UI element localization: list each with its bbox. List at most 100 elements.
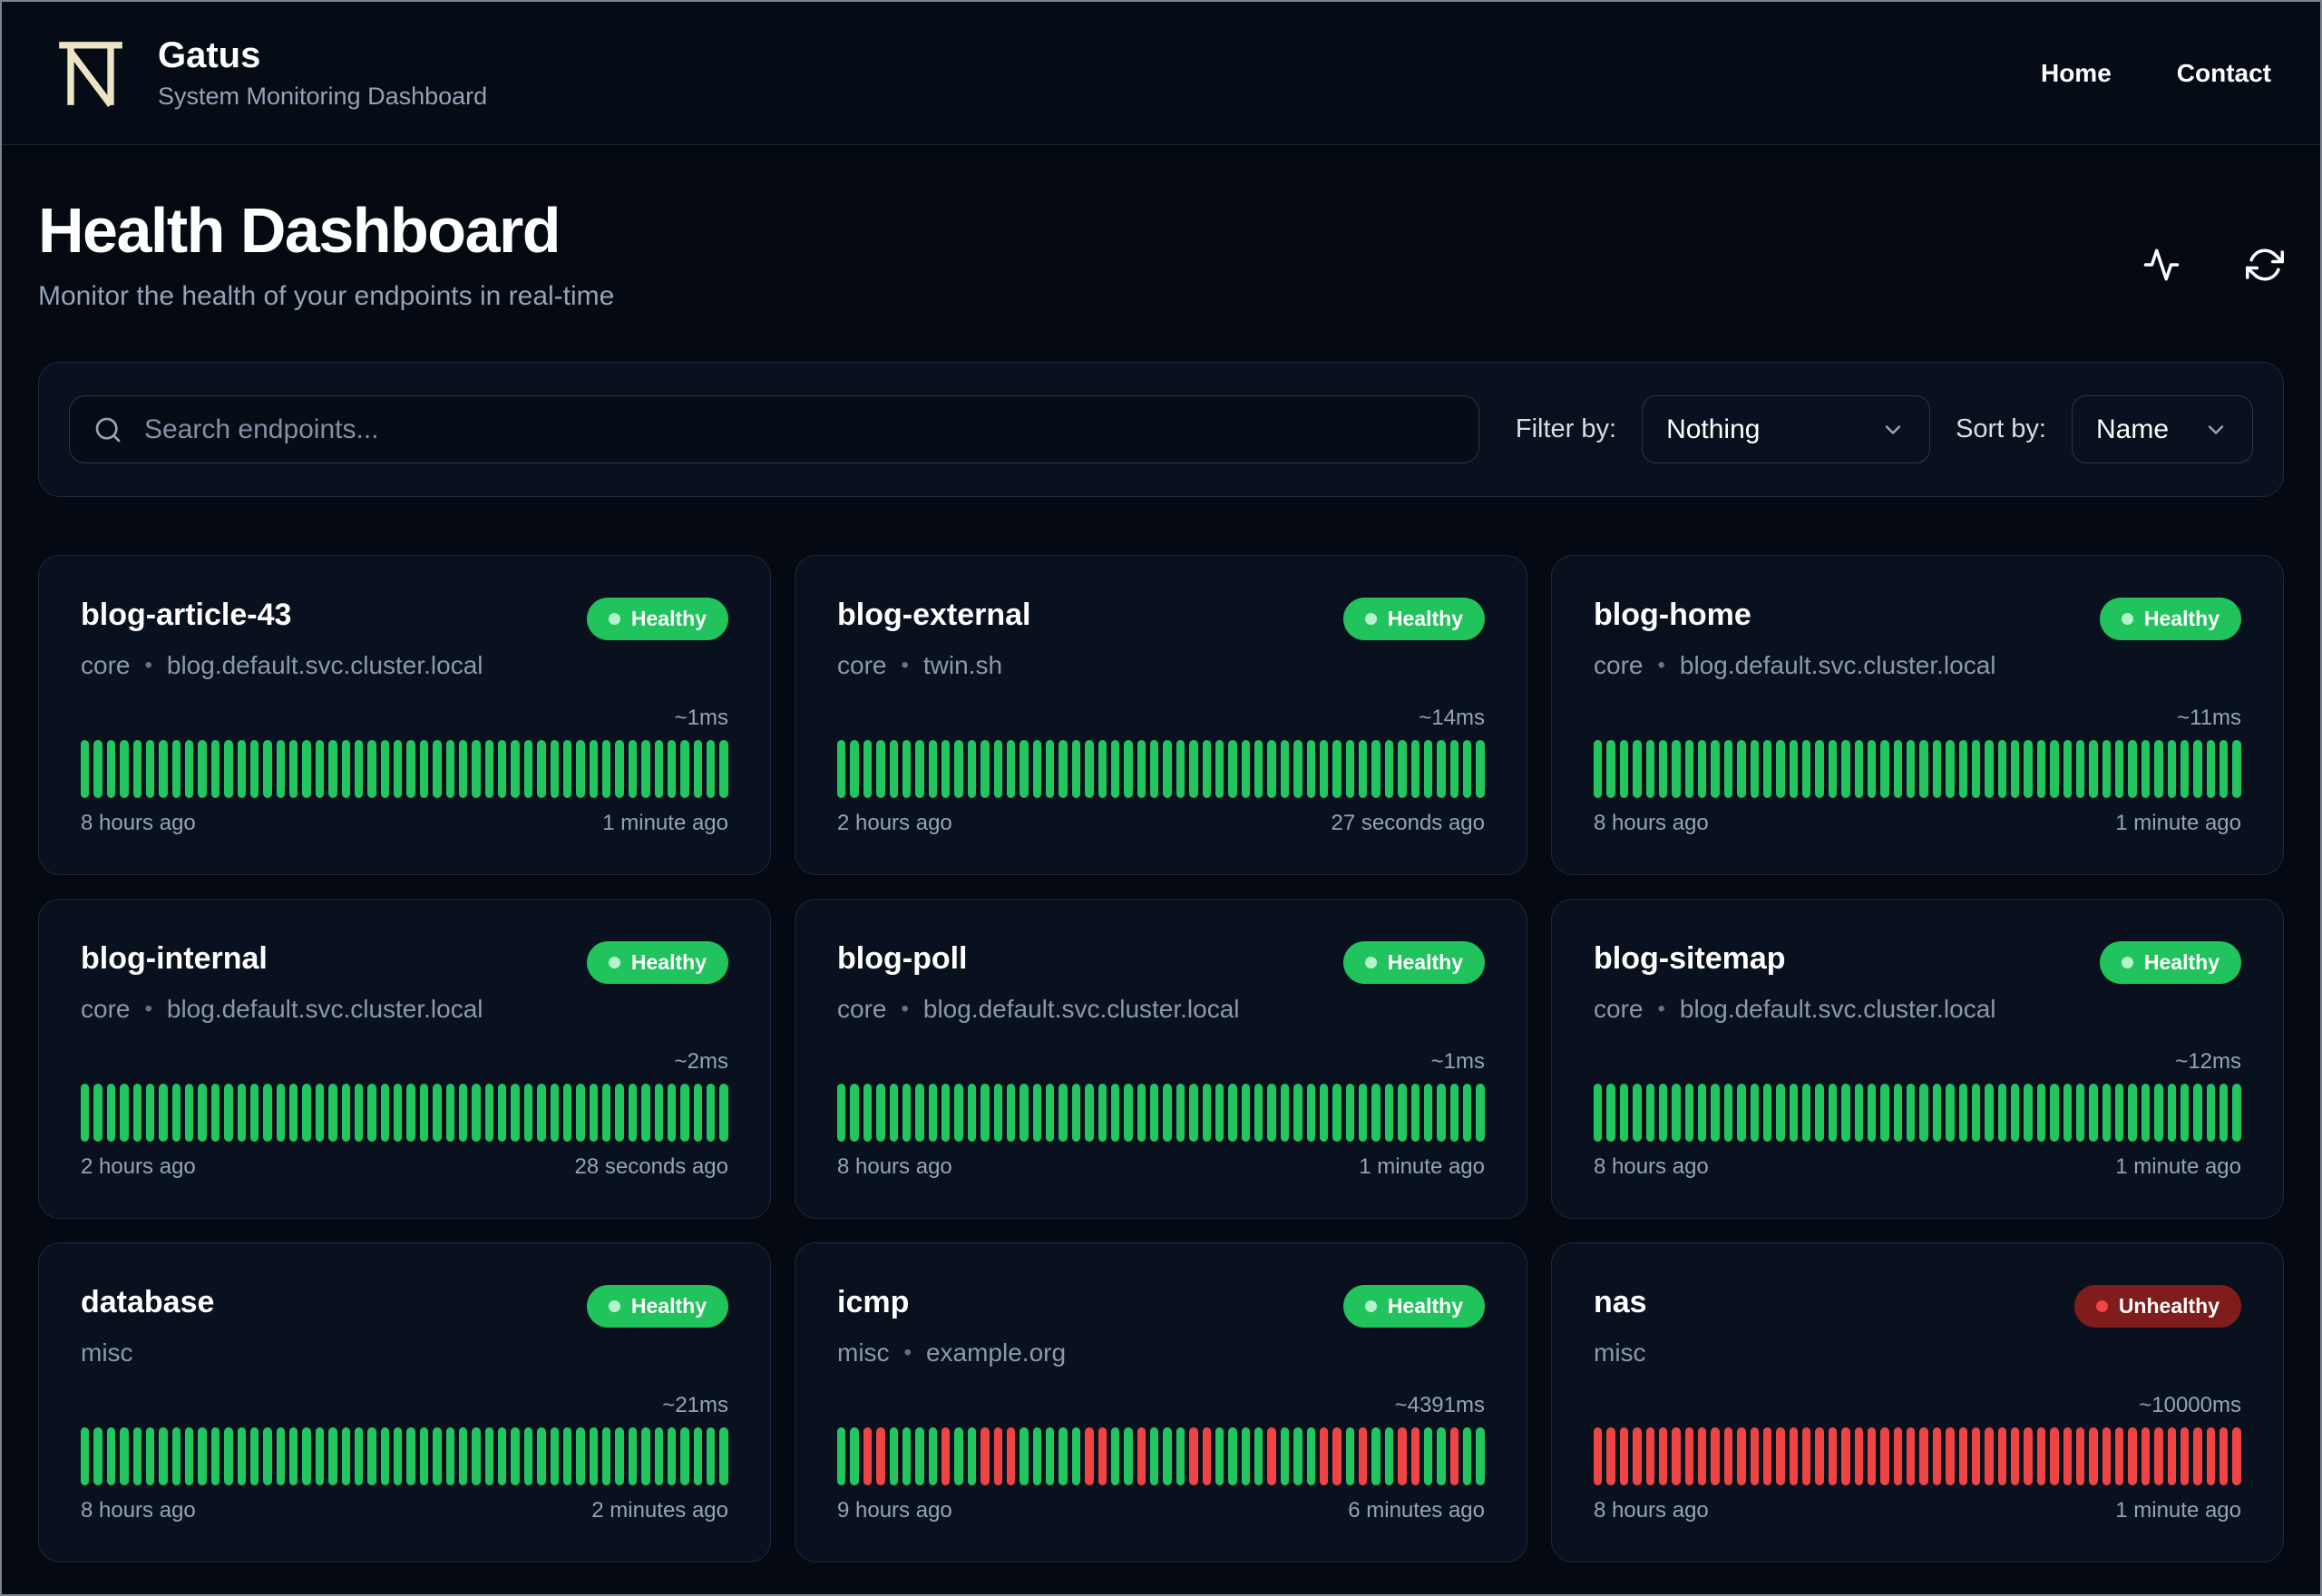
status-bar[interactable]: [2115, 1427, 2124, 1485]
status-bar[interactable]: [1698, 1427, 1707, 1485]
status-bar[interactable]: [850, 1427, 859, 1485]
status-bar[interactable]: [2193, 1427, 2202, 1485]
status-bar[interactable]: [719, 1427, 728, 1485]
status-bar[interactable]: [328, 740, 337, 798]
status-bar[interactable]: [159, 740, 168, 798]
status-bar[interactable]: [237, 1427, 246, 1485]
status-bar[interactable]: [224, 1427, 233, 1485]
status-bar[interactable]: [406, 1084, 415, 1142]
status-bar[interactable]: [902, 1427, 912, 1485]
status-bar[interactable]: [589, 1084, 598, 1142]
status-bar[interactable]: [1594, 1084, 1603, 1142]
status-bar[interactable]: [1071, 740, 1081, 798]
status-bar[interactable]: [902, 740, 912, 798]
status-bar[interactable]: [1202, 740, 1211, 798]
status-bar[interactable]: [1789, 740, 1798, 798]
status-bar[interactable]: [1946, 740, 1955, 798]
status-bar[interactable]: [1815, 1427, 1824, 1485]
endpoint-card[interactable]: blog-internal Healthy core • blog.defaul…: [38, 899, 771, 1219]
status-bar[interactable]: [889, 1084, 898, 1142]
status-bar[interactable]: [419, 1084, 429, 1142]
status-bar[interactable]: [1946, 1427, 1955, 1485]
status-bar[interactable]: [1463, 1084, 1472, 1142]
status-bar[interactable]: [210, 1084, 220, 1142]
status-bar[interactable]: [1476, 740, 1485, 798]
status-bar[interactable]: [1137, 1084, 1146, 1142]
status-bar[interactable]: [185, 1427, 194, 1485]
status-bar[interactable]: [1345, 1427, 1354, 1485]
filter-select[interactable]: Nothing: [1642, 395, 1931, 463]
status-bar[interactable]: [1437, 1427, 1446, 1485]
status-bar[interactable]: [1919, 1084, 1928, 1142]
endpoint-card[interactable]: blog-home Healthy core • blog.default.sv…: [1551, 555, 2284, 875]
status-bar[interactable]: [1423, 740, 1433, 798]
status-bar[interactable]: [1723, 1084, 1733, 1142]
status-bar[interactable]: [576, 1427, 585, 1485]
status-bar[interactable]: [915, 1084, 924, 1142]
status-bar[interactable]: [1098, 740, 1107, 798]
status-bar[interactable]: [602, 740, 611, 798]
status-bar[interactable]: [1750, 1427, 1759, 1485]
status-bar[interactable]: [120, 1084, 129, 1142]
status-bar[interactable]: [967, 1427, 977, 1485]
status-bar[interactable]: [1071, 1084, 1081, 1142]
status-bar[interactable]: [1854, 740, 1863, 798]
status-bar[interactable]: [1137, 740, 1146, 798]
status-bar[interactable]: [1032, 1084, 1041, 1142]
status-bar[interactable]: [589, 740, 598, 798]
status-bar[interactable]: [1672, 740, 1681, 798]
status-bar[interactable]: [1711, 1427, 1720, 1485]
status-bar[interactable]: [1254, 1427, 1263, 1485]
status-bar[interactable]: [1215, 1084, 1224, 1142]
status-bar[interactable]: [1163, 1084, 1172, 1142]
status-bar[interactable]: [1006, 1084, 1016, 1142]
status-bar[interactable]: [289, 740, 298, 798]
status-bar[interactable]: [1762, 1084, 1772, 1142]
refresh-icon[interactable]: [2246, 246, 2284, 284]
status-bar[interactable]: [419, 740, 429, 798]
status-bar[interactable]: [120, 740, 129, 798]
status-bar[interactable]: [2075, 1427, 2085, 1485]
status-bar[interactable]: [1907, 1427, 1916, 1485]
brand[interactable]: Gatus System Monitoring Dashboard: [51, 34, 487, 113]
status-bar[interactable]: [667, 1427, 677, 1485]
status-bar[interactable]: [1032, 1427, 1041, 1485]
status-bar[interactable]: [2141, 1427, 2151, 1485]
status-bar[interactable]: [341, 1084, 350, 1142]
status-bar[interactable]: [445, 1084, 454, 1142]
status-bar[interactable]: [354, 1084, 364, 1142]
status-bar[interactable]: [954, 1427, 963, 1485]
status-bar[interactable]: [2141, 1084, 2151, 1142]
status-bar[interactable]: [2063, 1084, 2072, 1142]
status-bar[interactable]: [615, 740, 624, 798]
status-bar[interactable]: [1854, 1084, 1863, 1142]
status-bar[interactable]: [1085, 740, 1094, 798]
status-bar[interactable]: [1163, 1427, 1172, 1485]
status-bar[interactable]: [511, 1427, 520, 1485]
status-bar[interactable]: [602, 1084, 611, 1142]
status-bar[interactable]: [367, 740, 376, 798]
status-bar[interactable]: [1371, 1427, 1381, 1485]
status-bar[interactable]: [1802, 1084, 1811, 1142]
status-bar[interactable]: [2193, 740, 2202, 798]
status-bar[interactable]: [145, 740, 155, 798]
status-bar[interactable]: [863, 740, 873, 798]
status-bar[interactable]: [1463, 1427, 1472, 1485]
status-bar[interactable]: [2089, 740, 2098, 798]
status-bar[interactable]: [628, 740, 638, 798]
status-bar[interactable]: [328, 1084, 337, 1142]
status-bar[interactable]: [1658, 1084, 1668, 1142]
status-bar[interactable]: [1841, 1427, 1850, 1485]
status-bar[interactable]: [419, 1427, 429, 1485]
status-bar[interactable]: [210, 1427, 220, 1485]
status-bar[interactable]: [2167, 1084, 2176, 1142]
status-bar[interactable]: [1932, 1427, 1942, 1485]
status-bar[interactable]: [1437, 1084, 1446, 1142]
status-bar[interactable]: [341, 740, 350, 798]
status-bar[interactable]: [2167, 1427, 2176, 1485]
status-bar[interactable]: [394, 1427, 403, 1485]
status-bar[interactable]: [1971, 1427, 1981, 1485]
status-bar[interactable]: [1971, 1084, 1981, 1142]
status-bar[interactable]: [1371, 1084, 1381, 1142]
status-bar[interactable]: [1189, 1084, 1198, 1142]
